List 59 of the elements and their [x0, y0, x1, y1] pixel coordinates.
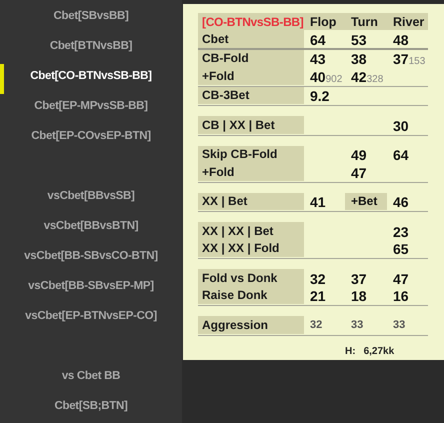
column-header: River: [392, 14, 426, 28]
sidebar-item[interactable]: Cbet[EP-MPvsSB-BB]: [0, 91, 182, 121]
sidebar-item[interactable]: vsCbet[BBvsBTN]: [0, 211, 182, 241]
sidebar-item[interactable]: Cbet[SB;BTN]: [0, 391, 182, 421]
row-label: XX | Bet: [198, 192, 304, 210]
row-label: Skip CB-Fold: [198, 146, 304, 163]
table-cell-text: 47: [350, 164, 368, 180]
table-cell-text: 23: [392, 222, 410, 240]
sidebar-item[interactable]: vsCbet[BBvsSB]: [0, 181, 182, 211]
table-cell-text: 46: [392, 193, 410, 210]
sidebar-item[interactable]: vsCbet[EP-BTNvsEP-CO]: [0, 301, 182, 331]
table-cell-text: 38: [350, 50, 368, 67]
column-header: Turn: [350, 14, 379, 28]
hands-label: H:: [345, 346, 356, 356]
selection-marker: [0, 64, 4, 94]
table-cell-text: 49: [350, 146, 368, 163]
table-cell-text: 18: [350, 287, 368, 304]
sidebar-item[interactable]: Cbet[EP-COvsEP-BTN]: [0, 121, 182, 151]
row-label: +Fold: [198, 67, 304, 84]
row-label: Fold vs Donk: [198, 269, 304, 286]
table-cell-text: 43: [309, 50, 327, 67]
table-cell-text: 53: [350, 30, 368, 48]
table-cell-text: 21: [309, 287, 327, 304]
row-label: +Bet: [345, 192, 387, 210]
table-cell-text: 33: [350, 318, 364, 333]
sidebar-item[interactable]: Cbet[CO-BTNvsSB-BB]: [0, 61, 182, 91]
row-label: +Fold: [198, 163, 304, 180]
table-cell-text: 32: [309, 318, 324, 333]
row-label: Raise Donk: [198, 286, 304, 304]
table-cell-text: 64: [309, 30, 327, 48]
table-cell-text: 65: [392, 240, 410, 257]
row-label: XX | XX | Bet: [198, 222, 304, 240]
table-cell-text: 41: [309, 193, 327, 210]
table-cell-text: 64: [392, 146, 410, 163]
table-cell-text: 37: [350, 270, 368, 286]
row-label: CB-Fold: [198, 50, 304, 67]
row-label: CB-3Bet: [198, 86, 304, 104]
sidebar-item[interactable]: Cbet[BTNvsBB]: [0, 31, 182, 61]
table-cell-text: 42328: [350, 68, 384, 84]
table-cell-text: 37153: [392, 50, 426, 67]
table-cell-text: 16: [392, 287, 410, 304]
sidebar-item[interactable]: Cbet[SBvsBB]: [0, 1, 182, 31]
sidebar-item[interactable]: vsCbet[BB-SBvsEP-MP]: [0, 271, 182, 301]
table-cell-text: 32: [309, 270, 327, 286]
row-label: Cbet: [198, 30, 304, 48]
table-cell-text: 9.2: [309, 87, 330, 104]
hands-value: 6,27kk: [364, 346, 394, 356]
sidebar-item[interactable]: vsCbet[BB-SBvsCO-BTN]: [0, 241, 182, 271]
row-label: Aggression: [198, 316, 304, 334]
table-cell-text: 30: [392, 116, 410, 134]
table-cell-text: 48: [392, 30, 410, 48]
table-title: [CO-BTNvsSB-BB]: [201, 14, 304, 28]
sidebar-item[interactable]: vs Cbet BB: [0, 361, 182, 391]
row-label: XX | XX | Fold: [198, 240, 304, 257]
table-cell-text: 47: [392, 270, 410, 286]
table-cell-text: 33: [392, 318, 406, 333]
row-label: CB | XX | Bet: [198, 116, 304, 134]
table-cell-text: 40902: [309, 68, 344, 84]
column-header: Flop: [309, 14, 338, 28]
